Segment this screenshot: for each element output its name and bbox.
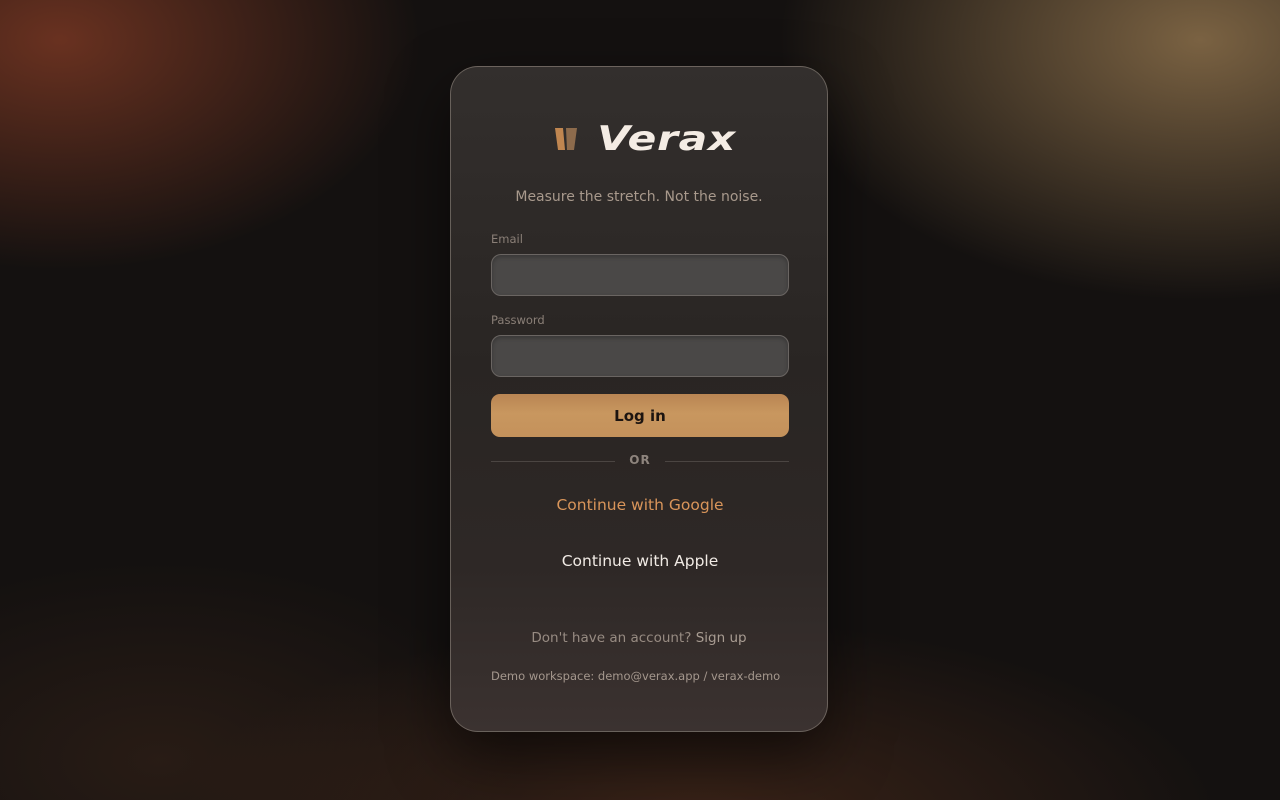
verax-mark-icon xyxy=(555,128,578,150)
divider-line-left xyxy=(491,461,615,462)
email-label: Email xyxy=(491,232,523,246)
demo-credentials-note: Demo workspace: demo@verax.app / verax-d… xyxy=(491,669,781,683)
divider-line-right xyxy=(665,461,789,462)
login-card: Verax Measure the stretch. Not the noise… xyxy=(450,66,828,732)
or-divider-label: OR xyxy=(629,453,651,467)
continue-with-apple-button[interactable]: Continue with Apple xyxy=(491,552,789,570)
brand-name: Verax xyxy=(597,119,737,159)
login-button[interactable]: Log in xyxy=(491,394,789,437)
password-field[interactable] xyxy=(491,335,789,377)
password-label: Password xyxy=(491,313,545,327)
brand-logo: Verax xyxy=(451,119,827,159)
signup-prompt: Don't have an account? xyxy=(531,630,692,646)
signup-row: Don't have an account? Sign up xyxy=(451,630,827,646)
continue-with-google-button[interactable]: Continue with Google xyxy=(491,496,789,514)
signup-link[interactable]: Sign up xyxy=(696,630,747,646)
tagline: Measure the stretch. Not the noise. xyxy=(515,189,763,205)
email-field[interactable] xyxy=(491,254,789,296)
